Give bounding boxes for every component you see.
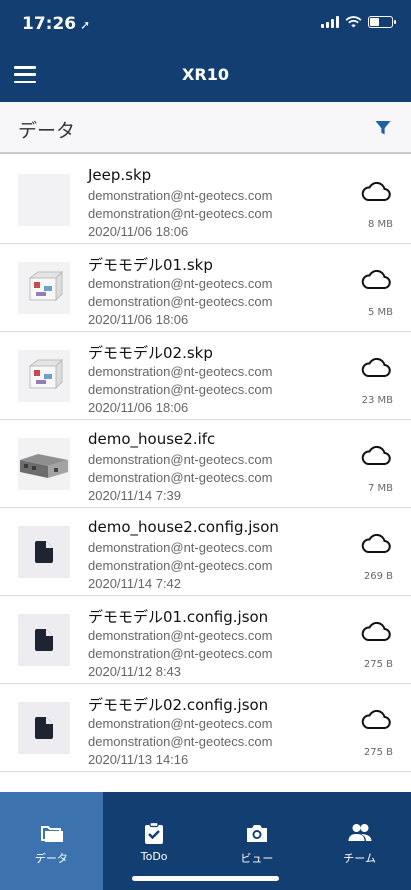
file-date: 2020/11/06 18:06 (88, 400, 189, 415)
file-name: Jeep.skp (88, 166, 152, 184)
file-list-item[interactable]: demo_house2.config.json demonstration@nt-… (0, 508, 411, 596)
file-updater: demonstration@nt-geotecs.com (88, 734, 273, 749)
file-date: 2020/11/06 18:06 (88, 312, 189, 327)
file-updater: demonstration@nt-geotecs.com (88, 382, 273, 397)
status-icons (321, 16, 396, 28)
filter-icon[interactable] (375, 120, 391, 136)
cloud-icon[interactable] (361, 446, 391, 466)
file-owner: demonstration@nt-geotecs.com (88, 540, 273, 555)
tab-view-label: ビュー (240, 852, 274, 865)
file-list-item[interactable]: デモモデル01.skp demonstration@nt-geotecs.com d… (0, 244, 411, 332)
file-date: 2020/11/14 7:42 (88, 576, 182, 591)
cloud-icon[interactable] (361, 710, 391, 730)
model-thumbnail-image (28, 358, 64, 390)
tab-team-label: チーム (343, 852, 376, 865)
file-list-item[interactable]: demo_house2.ifc demonstration@nt-geotecs.… (0, 420, 411, 508)
file-list-item[interactable]: デモモデル02.skp demonstration@nt-geotecs.com d… (0, 332, 411, 420)
file-size: 269 B (363, 571, 393, 582)
file-updater: demonstration@nt-geotecs.com (88, 470, 273, 485)
file-name: デモモデル01.skp (88, 256, 213, 274)
status-time: 17:26 ➚ (22, 14, 90, 34)
app-title: XR10 (182, 65, 229, 84)
cloud-icon[interactable] (361, 358, 391, 378)
file-updater: demonstration@nt-geotecs.com (88, 294, 273, 309)
cloud-icon[interactable] (361, 270, 391, 290)
file-name: demo_house2.config.json (88, 518, 279, 536)
location-arrow-icon: ➚ (80, 18, 91, 32)
status-time-text: 17:26 (22, 14, 77, 34)
section-header: データ (0, 102, 411, 154)
cellular-signal-icon (321, 16, 339, 28)
battery-icon (368, 16, 396, 28)
file-name: デモモデル02.skp (88, 344, 213, 362)
file-size: 23 MB (361, 395, 393, 406)
file-size: 275 B (363, 659, 393, 670)
wifi-icon (345, 16, 362, 28)
file-thumbnail (18, 702, 70, 754)
file-thumbnail (18, 350, 70, 402)
people-icon (348, 824, 372, 841)
file-owner: demonstration@nt-geotecs.com (88, 452, 273, 467)
file-thumbnail (18, 174, 70, 226)
section-title: データ (18, 120, 76, 142)
home-indicator (132, 876, 279, 881)
file-owner: demonstration@nt-geotecs.com (88, 628, 273, 643)
file-date: 2020/11/12 8:43 (88, 664, 182, 679)
file-updater: demonstration@nt-geotecs.com (88, 206, 273, 221)
file-thumbnail (18, 438, 70, 490)
document-icon (35, 629, 53, 651)
file-name: demo_house2.ifc (88, 430, 216, 448)
app-header: XR10 (0, 48, 411, 102)
cloud-icon[interactable] (361, 622, 391, 642)
status-bar: 17:26 ➚ (0, 0, 411, 48)
file-list: Jeep.skp demonstration@nt-geotecs.com demo… (0, 156, 411, 772)
tab-todo-label: ToDo (140, 850, 168, 863)
file-updater: demonstration@nt-geotecs.com (88, 558, 273, 573)
file-updater: demonstration@nt-geotecs.com (88, 646, 273, 661)
file-thumbnail (18, 614, 70, 666)
cloud-icon[interactable] (361, 534, 391, 554)
file-size: 275 B (363, 747, 393, 758)
document-icon (35, 717, 53, 739)
file-name: デモモデル01.config.json (88, 608, 269, 626)
file-list-item[interactable]: デモモデル02.config.json demonstration@nt-geot… (0, 684, 411, 772)
file-list-item[interactable]: デモモデル01.config.json demonstration@nt-geot… (0, 596, 411, 684)
file-thumbnail (18, 526, 70, 578)
file-date: 2020/11/14 7:39 (88, 488, 182, 503)
file-date: 2020/11/06 18:06 (88, 224, 189, 239)
file-thumbnail (18, 262, 70, 314)
file-owner: demonstration@nt-geotecs.com (88, 188, 273, 203)
file-name: デモモデル02.config.json (88, 696, 269, 714)
camera-icon (246, 825, 267, 842)
file-owner: demonstration@nt-geotecs.com (88, 364, 273, 379)
file-owner: demonstration@nt-geotecs.com (88, 276, 273, 291)
tab-team[interactable]: チーム (308, 792, 411, 890)
document-icon (35, 541, 53, 563)
tab-data[interactable]: データ (0, 792, 103, 890)
folder-icon (41, 826, 64, 842)
file-size: 5 MB (367, 307, 393, 318)
file-date: 2020/11/13 14:16 (88, 752, 189, 767)
house-thumbnail-image (20, 454, 68, 478)
tab-data-label: データ (34, 852, 68, 865)
file-size: 7 MB (367, 483, 393, 494)
cloud-icon[interactable] (361, 182, 391, 202)
clipboard-check-icon (145, 822, 164, 844)
file-size: 8 MB (367, 219, 393, 230)
model-thumbnail-image (28, 270, 64, 302)
file-list-item[interactable]: Jeep.skp demonstration@nt-geotecs.com demo… (0, 156, 411, 244)
file-owner: demonstration@nt-geotecs.com (88, 716, 273, 731)
